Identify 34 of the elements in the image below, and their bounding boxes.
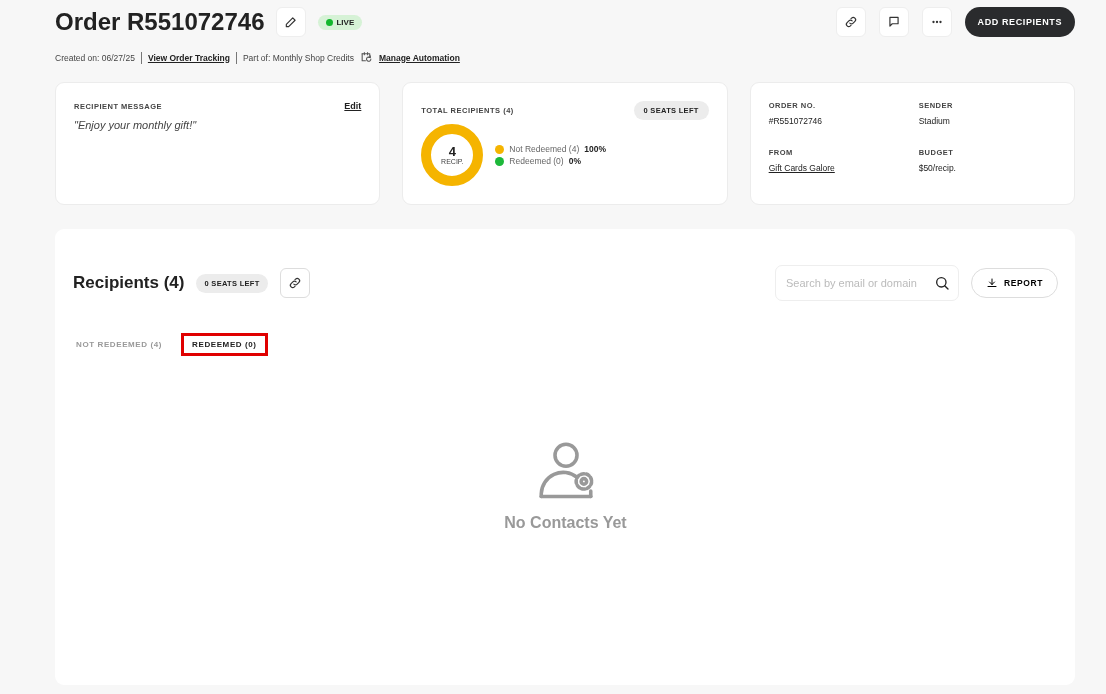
tab[interactable]: REDEEMED (0)	[181, 333, 268, 356]
created-date: Created on: 06/27/25	[55, 52, 135, 63]
copy-link-button[interactable]	[279, 268, 310, 298]
edit-link[interactable]: Edit	[344, 101, 362, 111]
add-recipients-button[interactable]: ADD RECIPIENTS	[964, 7, 1075, 37]
speech-bubble-icon	[886, 15, 901, 29]
manage-automation-link[interactable]: Manage Automation	[378, 52, 460, 63]
legend-percent: 0%	[568, 156, 581, 166]
automation-name: Part of: Monthly Shop Credits	[242, 52, 354, 63]
edit-title-button[interactable]	[276, 7, 307, 37]
status-badge: LIVE	[318, 14, 363, 30]
field-value: Stadium	[918, 116, 950, 126]
comment-button[interactable]	[878, 7, 909, 37]
section-title: Recipients (4)	[73, 273, 185, 293]
legend-label: Redeemed (0)	[509, 156, 564, 166]
copy-link-button[interactable]	[835, 7, 866, 37]
legend-percent: 100%	[584, 144, 606, 154]
link-icon	[843, 15, 858, 29]
field-value: #R551072746	[768, 116, 823, 126]
order-title: Order R551072746	[55, 8, 265, 36]
pencil-icon	[284, 15, 299, 29]
donut-value: 4	[448, 145, 456, 158]
legend-label: Not Redeemed (4)	[509, 144, 580, 154]
report-button[interactable]: REPORT	[970, 268, 1058, 298]
empty-state-text: No Contacts Yet	[504, 514, 627, 532]
order-tracking-link[interactable]: View Order Tracking	[147, 52, 230, 63]
search-icon	[933, 275, 950, 291]
recipient-message: "Enjoy your monthly gift!"	[74, 119, 198, 131]
download-icon	[985, 277, 998, 289]
field-value: $50/recip.	[918, 163, 956, 173]
field-link[interactable]: Gift Cards Galore	[768, 163, 835, 173]
link-icon	[287, 276, 302, 290]
calendar-refresh-icon	[359, 51, 373, 64]
search-field[interactable]: Search by email or domain	[774, 265, 959, 301]
